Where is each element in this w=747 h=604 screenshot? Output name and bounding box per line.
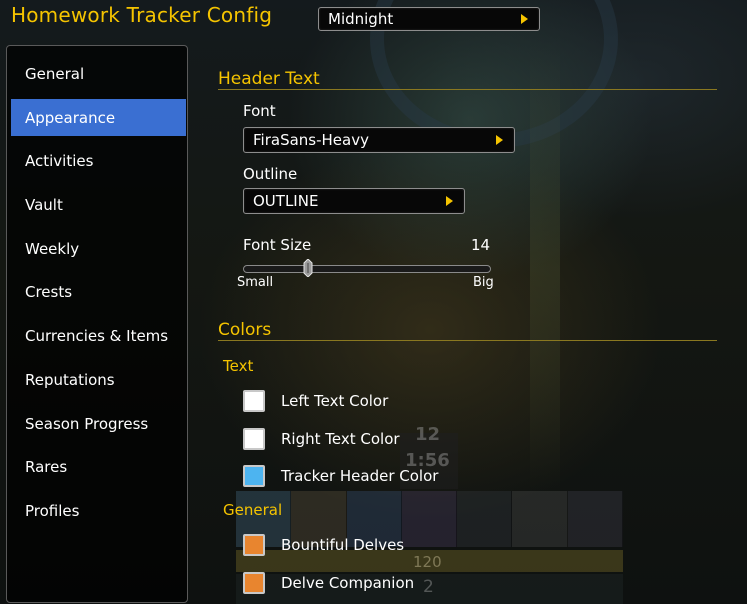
background-light-beam: [530, 40, 560, 500]
outline-label: Outline: [243, 165, 298, 183]
right-text-color-swatch[interactable]: [243, 428, 265, 450]
text-group-label: Text: [223, 357, 254, 375]
sidebar-item-appearance[interactable]: Appearance: [11, 99, 186, 136]
window-title: Homework Tracker Config: [11, 3, 273, 27]
sidebar-item-label: Weekly: [25, 239, 80, 258]
font-size-value: 14: [471, 236, 491, 254]
profile-dropdown[interactable]: Midnight: [318, 7, 540, 31]
sidebar-item-label: Rares: [25, 457, 68, 476]
background-text: 12: [415, 424, 441, 445]
bountiful-delves-color-label: Bountiful Delves: [281, 536, 405, 554]
section-divider: [218, 340, 717, 341]
sidebar-item-vault[interactable]: Vault: [11, 186, 186, 223]
slider-thumb-icon[interactable]: [303, 259, 313, 277]
font-label: Font: [243, 102, 276, 120]
tracker-header-color-label: Tracker Header Color: [281, 467, 439, 485]
outline-dropdown[interactable]: OUTLINE: [243, 188, 465, 214]
font-size-label: Font Size: [243, 236, 312, 254]
sidebar-item-label: General: [25, 64, 85, 83]
left-text-color-swatch[interactable]: [243, 390, 265, 412]
right-text-color-label: Right Text Color: [281, 430, 400, 448]
tracker-header-color-swatch[interactable]: [243, 465, 265, 487]
sidebar-item-weekly[interactable]: Weekly: [11, 230, 186, 267]
sidebar-item-label: Vault: [25, 195, 63, 214]
triangle-right-icon: [521, 14, 528, 24]
sidebar: General Appearance Activities Vault Week…: [6, 45, 188, 603]
section-divider: [218, 89, 717, 90]
sidebar-item-label: Activities: [25, 151, 94, 170]
outline-dropdown-value: OUTLINE: [253, 192, 319, 210]
left-text-color-label: Left Text Color: [281, 392, 389, 410]
font-dropdown[interactable]: FiraSans-Heavy: [243, 127, 515, 153]
font-size-slider[interactable]: [243, 265, 491, 273]
sidebar-item-season-progress[interactable]: Season Progress: [11, 405, 186, 442]
delve-companion-color-swatch[interactable]: [243, 572, 265, 594]
background-text: 120: [413, 553, 442, 571]
slider-max-label: Big: [473, 275, 494, 290]
sidebar-item-label: Profiles: [25, 501, 80, 520]
profile-dropdown-value: Midnight: [328, 10, 394, 28]
triangle-right-icon: [496, 135, 503, 145]
sidebar-item-reputations[interactable]: Reputations: [11, 361, 186, 398]
sidebar-item-label: Crests: [25, 282, 73, 301]
sidebar-item-crests[interactable]: Crests: [11, 273, 186, 310]
sidebar-item-currencies-items[interactable]: Currencies & Items: [11, 317, 186, 354]
sidebar-item-label: Appearance: [25, 108, 116, 127]
slider-min-label: Small: [237, 275, 274, 290]
triangle-right-icon: [446, 196, 453, 206]
sidebar-item-rares[interactable]: Rares: [11, 448, 186, 485]
section-colors: Colors: [218, 320, 272, 340]
sidebar-item-label: Currencies & Items: [25, 326, 169, 345]
section-header-text: Header Text: [218, 69, 320, 89]
bountiful-delves-color-swatch[interactable]: [243, 534, 265, 556]
sidebar-item-profiles[interactable]: Profiles: [11, 492, 186, 529]
sidebar-item-activities[interactable]: Activities: [11, 142, 186, 179]
sidebar-item-label: Season Progress: [25, 414, 149, 433]
font-dropdown-value: FiraSans-Heavy: [253, 131, 369, 149]
sidebar-item-general[interactable]: General: [11, 55, 186, 92]
general-group-label: General: [223, 501, 283, 519]
background-text: 2: [423, 577, 434, 597]
sidebar-item-label: Reputations: [25, 370, 115, 389]
delve-companion-color-label: Delve Companion: [281, 574, 415, 592]
